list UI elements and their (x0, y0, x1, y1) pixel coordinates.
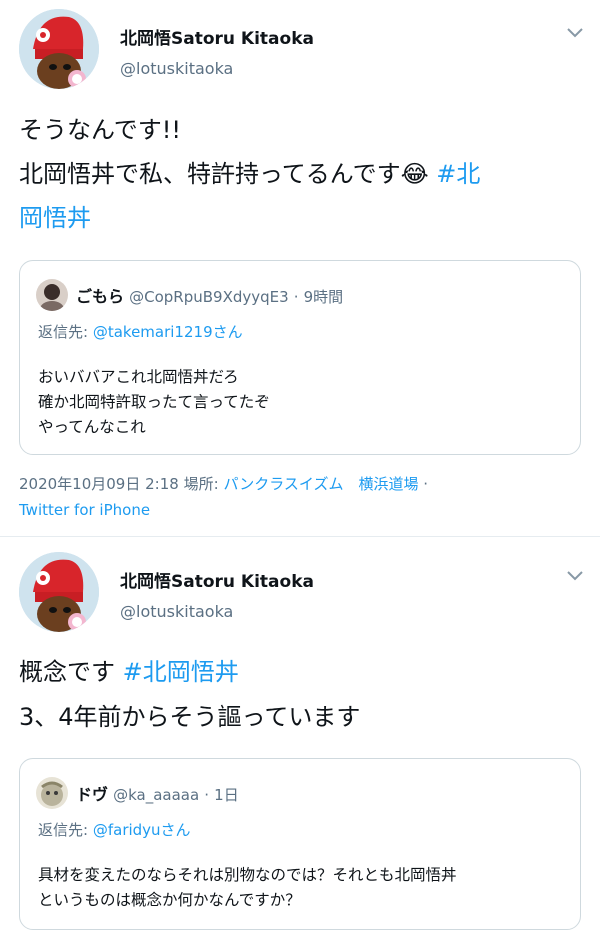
emoji-tears-of-joy: 😂 (400, 160, 429, 188)
meta-separator: · (423, 475, 429, 493)
tweet-text-line-2: 北岡悟丼で私、特許持ってるんです😂 #北 (19, 154, 480, 194)
reply-to-user: @faridyuさん (92, 821, 191, 839)
quote-time: 1日 (214, 786, 239, 804)
tweet-divider (0, 536, 600, 537)
quote-reply-to: 返信先: @faridyuさん (38, 819, 191, 840)
avatar-image (19, 552, 99, 632)
avatar[interactable] (19, 552, 99, 632)
quote-avatar (36, 279, 68, 311)
hashtag-link[interactable]: #北岡悟丼 (123, 658, 239, 686)
client-link[interactable]: Twitter for iPhone (19, 501, 150, 519)
tweet-timestamp[interactable]: 2020年10月09日 2:18 (19, 475, 179, 493)
quote-author-name: ドヴ (76, 785, 109, 804)
quote-time: 9時間 (303, 288, 344, 306)
hashtag-link[interactable]: #北 (436, 160, 480, 188)
tweet-text-line-1: そうなんです!! (19, 116, 182, 144)
reply-to-user: @takemari1219さん (92, 323, 243, 341)
reply-prefix: 返信先: (38, 323, 89, 341)
author-handle[interactable]: @lotuskitaoka (120, 602, 233, 621)
hashtag-link-continued[interactable]: 岡悟丼 (19, 198, 91, 238)
tweet-text: 北岡悟丼で私、特許持ってるんです (19, 160, 401, 188)
avatar-image (19, 9, 99, 89)
quoted-tweet[interactable]: ごもら @CopRpuB9XdyyqE3 · 9時間 返信先: @takemar… (19, 260, 581, 455)
chevron-down-icon[interactable] (565, 27, 585, 39)
tweet-meta-line-2: Twitter for iPhone (19, 501, 150, 519)
quote-avatar (36, 777, 68, 809)
quote-reply-to: 返信先: @takemari1219さん (38, 321, 243, 342)
quote-separator: · (293, 288, 299, 306)
place-link[interactable]: パンクラスイズム 横浜道場 (223, 475, 418, 493)
quote-author-name: ごもら (76, 287, 125, 306)
avatar[interactable] (19, 9, 99, 89)
quote-header: ごもら @CopRpuB9XdyyqE3 · 9時間 (76, 283, 343, 307)
reply-prefix: 返信先: (38, 821, 89, 839)
quote-author-handle: @ka_aaaaa (113, 786, 200, 804)
author-name[interactable]: 北岡悟Satoru Kitaoka (120, 24, 314, 49)
author-handle[interactable]: @lotuskitaoka (120, 59, 233, 78)
quote-text-line: おいババアこれ北岡悟丼だろ (38, 368, 239, 386)
quote-text-line: 具材を変えたのならそれは別物なのでは？それとも北岡悟丼 (38, 866, 457, 884)
quote-header: ドヴ @ka_aaaaa · 1日 (76, 781, 239, 805)
place-label: 場所: (183, 475, 219, 493)
quote-author-handle: @CopRpuB9XdyyqE3 (129, 288, 289, 306)
author-name[interactable]: 北岡悟Satoru Kitaoka (120, 567, 314, 592)
quote-text-line: 確か北岡特許取ったて言ってたぞ (38, 393, 270, 411)
tweet-text: 概念です (19, 658, 115, 686)
tweet-text-line-1: 概念です #北岡悟丼 (19, 652, 239, 692)
tweet-meta-line-1: 2020年10月09日 2:18 場所: パンクラスイズム 横浜道場 · (19, 473, 428, 494)
tweet-text-line-2: 3、4年前からそう謳っています (19, 703, 361, 731)
chevron-down-icon[interactable] (565, 570, 585, 582)
quoted-tweet[interactable]: ドヴ @ka_aaaaa · 1日 返信先: @faridyuさん 具材を変えた… (19, 758, 581, 930)
quote-text-line: やってんなこれ (38, 418, 146, 436)
quote-text-line: というものは概念か何かなんですか？ (38, 891, 301, 909)
quote-separator: · (204, 786, 210, 804)
